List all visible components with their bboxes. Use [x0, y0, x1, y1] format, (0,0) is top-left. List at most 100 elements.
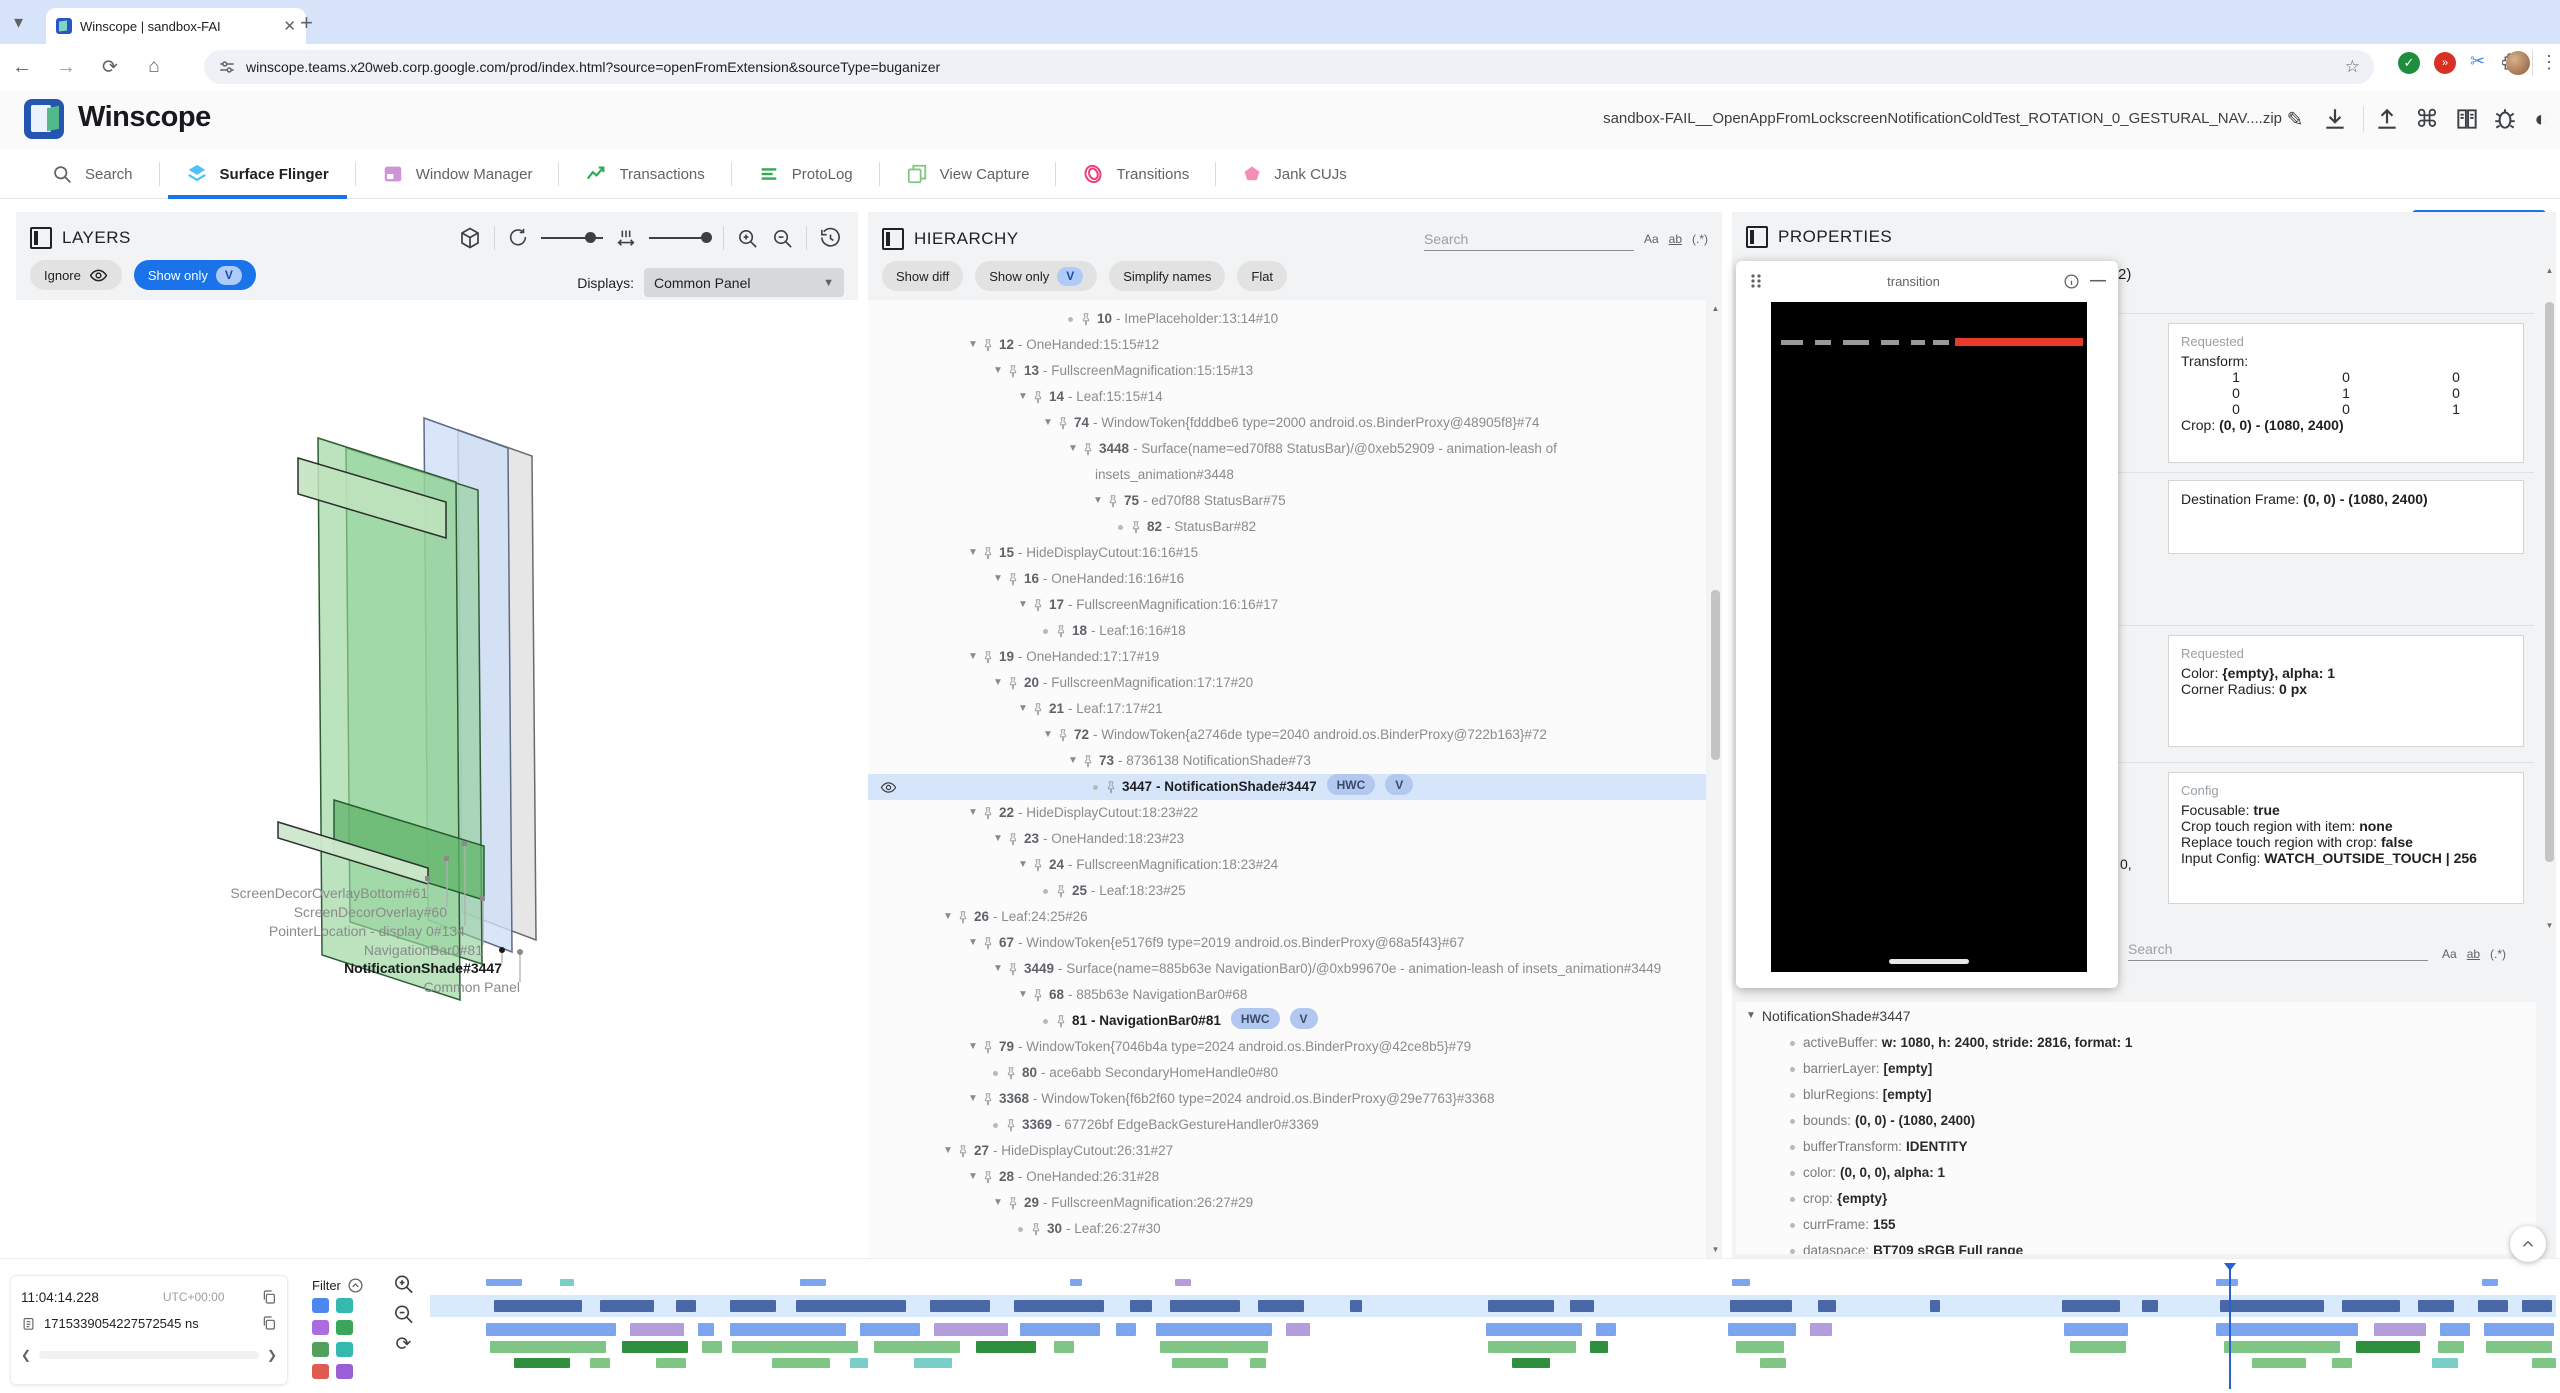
- expand-arrow-icon[interactable]: ▼: [1040, 410, 1056, 436]
- tab-window-manager[interactable]: Window Manager: [356, 150, 559, 198]
- expand-arrow-icon[interactable]: ▼: [990, 1190, 1006, 1216]
- upload-icon[interactable]: [2374, 106, 2400, 132]
- browser-tab[interactable]: Winscope | sandbox-FAI ✕: [46, 8, 306, 44]
- tree-node-12[interactable]: ▼12- OneHanded:15:15#12: [868, 332, 1706, 358]
- timeline-canvas[interactable]: [430, 1263, 2556, 1389]
- tree-node-3447[interactable]: 3447- NotificationShade#3447HWCV: [868, 774, 1706, 800]
- timeline-segment[interactable]: [772, 1358, 830, 1368]
- timeline-segment[interactable]: [1488, 1300, 1554, 1312]
- timeline-segment[interactable]: [1130, 1300, 1152, 1312]
- timeline-segment[interactable]: [2482, 1279, 2498, 1286]
- regex-icon[interactable]: (.*): [1692, 232, 1708, 246]
- timeline-segment[interactable]: [1736, 1341, 1784, 1353]
- timeline-segment[interactable]: [1020, 1323, 1100, 1336]
- trace-icon-window-manager[interactable]: [312, 1320, 329, 1335]
- tree-node-30[interactable]: 30- Leaf:26:27#30: [868, 1216, 1706, 1242]
- timeline-segment[interactable]: [622, 1341, 688, 1353]
- pin-icon[interactable]: [981, 1034, 995, 1054]
- profile-avatar[interactable]: [2506, 51, 2530, 75]
- trace-icon-ime[interactable]: [336, 1342, 353, 1357]
- address-bar[interactable]: winscope.teams.x20web.corp.google.com/pr…: [204, 50, 2374, 84]
- property-row[interactable]: currFrame: 155: [1736, 1212, 2536, 1238]
- timeline-segment[interactable]: [2418, 1300, 2454, 1312]
- timeline-segment[interactable]: [1116, 1323, 1136, 1336]
- pin-icon[interactable]: [1006, 566, 1020, 586]
- timeline-segment[interactable]: [1250, 1358, 1266, 1368]
- tree-node-26[interactable]: ▼26- Leaf:24:25#26: [868, 904, 1706, 930]
- property-row[interactable]: crop: {empty}: [1736, 1186, 2536, 1212]
- pin-icon[interactable]: [1056, 410, 1070, 430]
- timeline-segment[interactable]: [2374, 1323, 2426, 1336]
- copy-time-icon[interactable]: [261, 1289, 277, 1305]
- timeline-segment[interactable]: [600, 1300, 654, 1312]
- cube-3d-icon[interactable]: [458, 226, 482, 250]
- hierarchy-scroll-thumb[interactable]: [1711, 590, 1720, 760]
- timeline-segment[interactable]: [1570, 1300, 1594, 1312]
- tree-node-17[interactable]: ▼17- FullscreenMagnification:16:16#17: [868, 592, 1706, 618]
- timeline-segment[interactable]: [1760, 1358, 1786, 1368]
- hierarchy-scrollbar[interactable]: ▲ ▼: [1709, 300, 1722, 1258]
- expand-arrow-icon[interactable]: ▼: [965, 1086, 981, 1112]
- timeline-segment[interactable]: [1810, 1323, 1832, 1336]
- expand-arrow-icon[interactable]: ▼: [990, 826, 1006, 852]
- tree-node-28[interactable]: ▼28- OneHanded:26:31#28: [868, 1164, 1706, 1190]
- trace-icon-transactions[interactable]: [336, 1320, 353, 1335]
- pin-icon[interactable]: [1054, 618, 1068, 638]
- timeline-segment[interactable]: [490, 1341, 606, 1353]
- collapse-timeline-button[interactable]: [2510, 1226, 2546, 1262]
- expand-arrow-icon[interactable]: ▼: [1065, 436, 1081, 462]
- timeline-segment[interactable]: [1930, 1300, 1940, 1312]
- pin-icon[interactable]: [1056, 722, 1070, 742]
- hierarchy-show-only-button[interactable]: Show only V: [975, 261, 1097, 291]
- timeline-segment[interactable]: [2342, 1300, 2400, 1312]
- minimize-icon[interactable]: —: [2090, 272, 2106, 290]
- pin-icon[interactable]: [1006, 826, 1020, 846]
- timeline-segment[interactable]: [860, 1323, 920, 1336]
- scroll-right-icon[interactable]: ❯: [267, 1348, 277, 1362]
- expand-arrow-icon[interactable]: ▼: [940, 1138, 956, 1164]
- timeline-segment[interactable]: [1014, 1300, 1104, 1312]
- timeline-segment[interactable]: [560, 1279, 574, 1286]
- pin-icon[interactable]: [1031, 982, 1045, 1002]
- simplify-names-button[interactable]: Simplify names: [1109, 261, 1225, 291]
- rotation-slider[interactable]: [541, 237, 603, 239]
- extension-red-icon[interactable]: »: [2434, 52, 2456, 74]
- pin-icon[interactable]: [1004, 1112, 1018, 1132]
- tree-node-22[interactable]: ▼22- HideDisplayCutout:18:23#22: [868, 800, 1706, 826]
- property-tree-root[interactable]: ▼ NotificationShade#3447: [1736, 1002, 2536, 1030]
- pin-icon[interactable]: [981, 644, 995, 664]
- layer-spacing-icon[interactable]: [615, 227, 637, 249]
- timeline-segment[interactable]: [796, 1300, 906, 1312]
- timeline-segment[interactable]: [1175, 1279, 1191, 1286]
- timeline-segment[interactable]: [2216, 1323, 2358, 1336]
- pin-icon[interactable]: [1004, 1060, 1018, 1080]
- tree-node-27[interactable]: ▼27- HideDisplayCutout:26:31#27: [868, 1138, 1706, 1164]
- documentation-book-icon[interactable]: [2454, 106, 2480, 132]
- pin-icon[interactable]: [981, 540, 995, 560]
- timeline-segment[interactable]: [702, 1341, 722, 1353]
- timeline-segment[interactable]: [2522, 1300, 2552, 1312]
- expand-arrow-icon[interactable]: ▼: [1015, 852, 1031, 878]
- tab-search[interactable]: Search: [26, 150, 159, 198]
- expand-arrow-icon[interactable]: ▼: [1040, 722, 1056, 748]
- tree-node-25[interactable]: 25- Leaf:18:23#25: [868, 878, 1706, 904]
- timeline-segment[interactable]: [494, 1300, 582, 1312]
- timeline-zoom-reset-icon[interactable]: ⟳: [392, 1329, 415, 1359]
- tree-node-72[interactable]: ▼72- WindowToken{a2746de type=2040 andro…: [868, 722, 1706, 748]
- tree-node-13[interactable]: ▼13- FullscreenMagnification:15:15#13: [868, 358, 1706, 384]
- new-tab-icon[interactable]: +: [300, 10, 313, 36]
- hierarchy-search-input[interactable]: Search: [1424, 226, 1634, 251]
- timeline-segment[interactable]: [1486, 1323, 1582, 1336]
- trace-icon-protolog[interactable]: [312, 1342, 329, 1357]
- pin-icon[interactable]: [981, 930, 995, 950]
- tab-transitions[interactable]: Transitions: [1056, 150, 1215, 198]
- tab-view-capture[interactable]: View Capture: [880, 150, 1056, 198]
- property-row[interactable]: bounds: (0, 0) - (1080, 2400): [1736, 1108, 2536, 1134]
- expand-arrow-icon[interactable]: ▼: [990, 358, 1006, 384]
- tree-node-23[interactable]: ▼23- OneHanded:18:23#23: [868, 826, 1706, 852]
- timeline-segment[interactable]: [976, 1341, 1036, 1353]
- property-row[interactable]: dataspace: BT709 sRGB Full range: [1736, 1238, 2536, 1254]
- timeline-segment[interactable]: [1070, 1279, 1082, 1286]
- pin-icon[interactable]: [981, 1164, 995, 1184]
- tree-node-29[interactable]: ▼29- FullscreenMagnification:26:27#29: [868, 1190, 1706, 1216]
